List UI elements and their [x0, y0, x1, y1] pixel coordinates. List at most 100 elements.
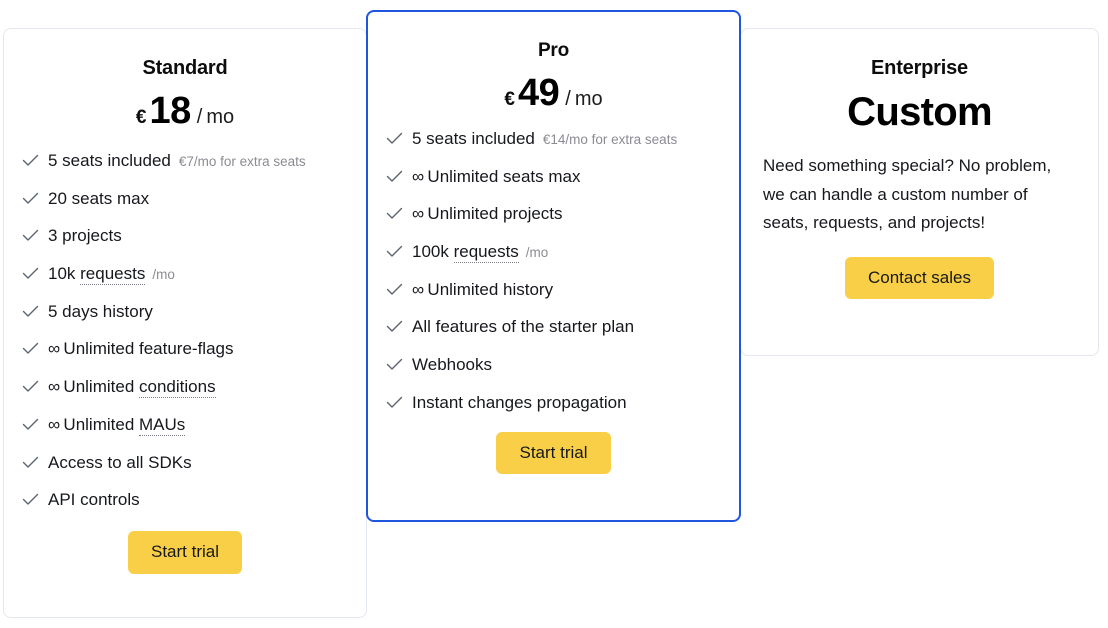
- contact-sales-button[interactable]: Contact sales: [845, 256, 994, 300]
- check-icon: [22, 342, 39, 355]
- list-item: API controls: [22, 490, 348, 510]
- plan-title-pro: Pro: [537, 40, 570, 61]
- feature-term-tooltip[interactable]: conditions: [139, 377, 216, 399]
- feature-text: 5 days history: [48, 301, 153, 321]
- list-item: ∞ Unlimited conditions: [22, 377, 348, 399]
- feature-subtext: /mo: [152, 267, 175, 283]
- infinity-icon: ∞: [48, 377, 61, 397]
- check-icon: [386, 245, 403, 258]
- price-period: / mo: [565, 88, 602, 111]
- feature-label: Unlimited projects: [427, 204, 563, 224]
- price-amount: 18: [149, 90, 191, 132]
- feature-label: Unlimited feature-flags: [63, 339, 234, 359]
- check-icon: [386, 283, 403, 296]
- feature-term-tooltip[interactable]: requests: [453, 242, 519, 264]
- infinity-icon: ∞: [412, 166, 425, 186]
- list-item: 10k requests /mo: [22, 264, 348, 286]
- price-currency-symbol: €: [135, 107, 147, 128]
- start-trial-button-standard[interactable]: Start trial: [127, 530, 243, 574]
- check-icon: [386, 358, 403, 371]
- feature-text: 5 seats included: [48, 151, 171, 170]
- check-icon: [22, 493, 39, 506]
- feature-label: Unlimited seats max: [427, 166, 581, 186]
- check-icon: [22, 154, 39, 167]
- cta-container-pro: Start trial: [386, 431, 721, 475]
- feature-text: ∞ Unlimited conditions: [48, 377, 216, 399]
- feature-term-tooltip[interactable]: requests: [80, 264, 146, 286]
- feature-text: 20 seats max: [48, 188, 150, 208]
- feature-subtext: €7/mo for extra seats: [178, 154, 306, 169]
- start-trial-button-pro[interactable]: Start trial: [496, 431, 611, 475]
- plan-title-enterprise: Enterprise: [871, 57, 968, 79]
- feature-term-tooltip[interactable]: MAUs: [139, 414, 186, 436]
- feature-prefix: 10k: [48, 264, 81, 284]
- pricing-plans-grid: Standard € 18 /mo 5 seats included €7/mo…: [0, 0, 1108, 628]
- cta-container-standard: Start trial: [22, 530, 348, 574]
- price-period: / mo: [197, 106, 234, 129]
- feature-text: 3 projects: [48, 226, 122, 246]
- list-item: ∞ Unlimited projects: [386, 205, 721, 224]
- check-icon: [386, 396, 403, 409]
- infinity-icon: ∞: [412, 204, 425, 224]
- feature-text: ∞ Unlimited MAUs: [48, 414, 186, 436]
- plan-price-pro: € 49 /mo: [386, 74, 721, 112]
- list-item: ∞ Unlimited MAUs: [22, 414, 348, 436]
- check-icon: [386, 170, 403, 183]
- feature-label: Unlimited: [63, 414, 140, 434]
- check-icon: [386, 132, 403, 145]
- list-item: 5 seats included €14/mo for extra seats: [386, 129, 721, 149]
- infinity-icon: ∞: [48, 339, 61, 359]
- feature-subtext: /mo: [525, 245, 549, 261]
- feature-subtext: €14/mo for extra seats: [542, 132, 678, 147]
- list-item: 5 days history: [22, 301, 348, 322]
- feature-prefix: 100k: [412, 242, 454, 262]
- infinity-icon: ∞: [48, 414, 61, 434]
- price-slash: /: [565, 88, 571, 110]
- plan-card-standard: Standard € 18 /mo 5 seats included €7/mo…: [3, 28, 367, 618]
- feature-text: 100k requests: [412, 242, 519, 264]
- feature-label: Unlimited history: [427, 279, 554, 299]
- infinity-icon: ∞: [412, 279, 425, 299]
- feature-label: Unlimited: [63, 377, 140, 397]
- feature-text: 10k requests: [48, 264, 146, 286]
- price-currency-symbol: €: [504, 89, 515, 110]
- check-icon: [22, 267, 39, 280]
- plan-description-enterprise: Need something special? No problem, we c…: [763, 156, 1052, 233]
- list-item: 20 seats max: [22, 188, 348, 209]
- check-icon: [22, 418, 39, 431]
- list-item: 100k requests /mo: [386, 242, 721, 264]
- feature-text: Webhooks: [412, 355, 493, 375]
- feature-text: Instant changes propagation: [412, 392, 627, 412]
- check-icon: [22, 192, 39, 205]
- feature-text: ∞ Unlimited history: [412, 279, 554, 300]
- check-icon: [22, 380, 39, 393]
- feature-text: All features of the starter plan: [412, 317, 635, 337]
- price-period-unit: mo: [574, 88, 603, 110]
- check-icon: [22, 456, 39, 469]
- plan-price-standard: € 18 /mo: [22, 92, 348, 130]
- cta-container-enterprise: Contact sales: [759, 256, 1080, 300]
- list-item: ∞ Unlimited seats max: [386, 166, 721, 187]
- plan-price-enterprise: Custom: [847, 90, 992, 134]
- feature-list-standard: 5 seats included €7/mo for extra seats 2…: [22, 151, 348, 510]
- check-icon: [386, 207, 403, 220]
- check-icon: [22, 305, 39, 318]
- list-item: Instant changes propagation: [386, 392, 721, 413]
- list-item: Webhooks: [386, 355, 721, 375]
- check-icon: [386, 320, 403, 333]
- feature-text: ∞ Unlimited seats max: [412, 166, 581, 187]
- price-amount: 49: [517, 72, 560, 114]
- plan-card-enterprise: Enterprise Custom Need something special…: [740, 28, 1099, 356]
- price-slash: /: [196, 106, 203, 128]
- list-item: Access to all SDKs: [22, 452, 348, 473]
- feature-text: 5 seats included: [412, 129, 535, 148]
- check-icon: [22, 229, 39, 242]
- feature-text: Access to all SDKs: [48, 452, 192, 472]
- list-item: 5 seats included €7/mo for extra seats: [22, 151, 348, 171]
- list-item: 3 projects: [22, 227, 348, 246]
- feature-text: ∞ Unlimited projects: [412, 205, 563, 224]
- feature-text: API controls: [48, 490, 140, 510]
- list-item: All features of the starter plan: [386, 318, 721, 337]
- feature-text: ∞ Unlimited feature-flags: [48, 340, 234, 359]
- plan-card-pro: Pro € 49 /mo 5 seats included €14/mo for…: [366, 10, 741, 522]
